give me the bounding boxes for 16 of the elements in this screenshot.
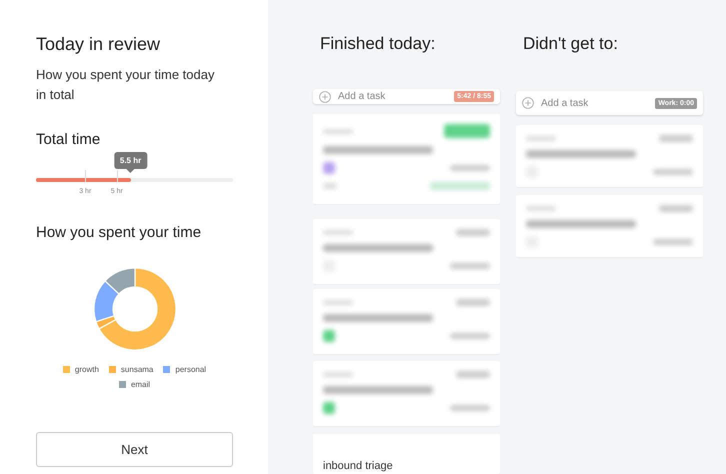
plus-circle-icon[interactable] xyxy=(522,97,534,109)
legend-item: personal xyxy=(163,365,206,374)
legend-item: sunsama xyxy=(108,365,154,374)
legend-item: growth xyxy=(62,365,99,374)
plus-circle-icon[interactable] xyxy=(319,90,331,102)
add-task-input[interactable]: Add a task xyxy=(336,90,450,103)
column-title: Finished today: xyxy=(320,34,436,54)
section-heading: Total time xyxy=(36,131,102,148)
next-button[interactable]: Next xyxy=(36,432,233,467)
panel-subtitle: How you spent your time today in total xyxy=(36,66,216,104)
add-task-input[interactable]: Add a task xyxy=(539,96,650,110)
legend-item: email xyxy=(118,380,150,389)
panel-title: Today in review xyxy=(36,34,162,55)
column-title: Didn't get to: xyxy=(523,34,619,55)
task-title: inbound triage xyxy=(323,460,393,472)
section-heading: How you spent your time xyxy=(36,224,202,241)
